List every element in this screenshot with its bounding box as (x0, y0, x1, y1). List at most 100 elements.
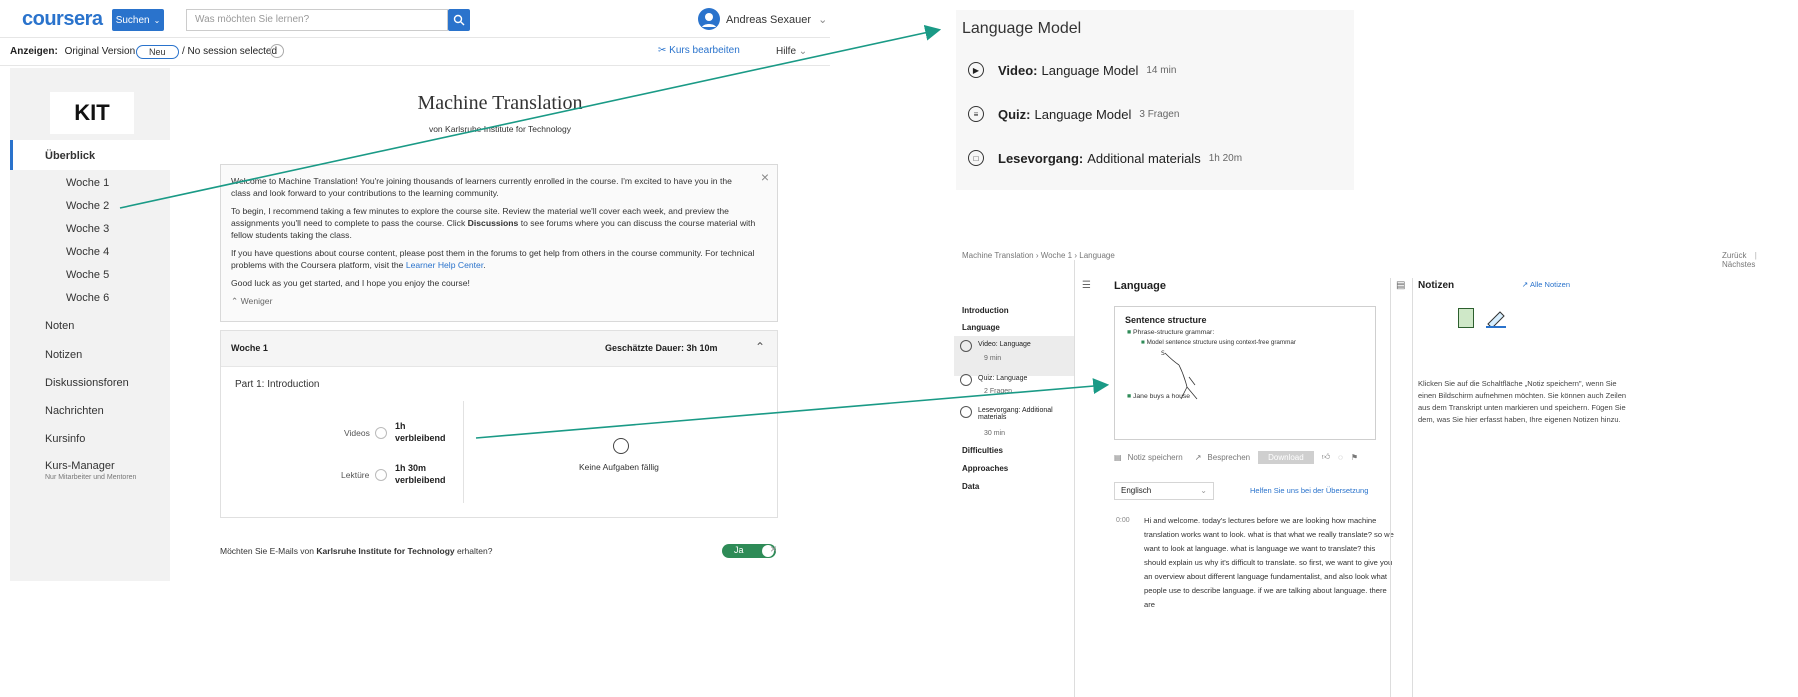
book-icon: □ (968, 150, 984, 166)
all-notes-link[interactable]: ↗ Alle Notizen (1522, 280, 1570, 289)
slide-bullet-2: ■ Jane buys a house (1127, 393, 1190, 400)
show-less-toggle[interactable]: ⌃ Weniger (231, 295, 767, 307)
slide-bullet-1: ■ Phrase-structure grammar: (1127, 329, 1214, 336)
close-icon[interactable]: × (761, 170, 769, 184)
nav-introduction[interactable]: Introduction (962, 306, 1009, 315)
zoom-reading-type: Lesevorgang: (998, 150, 1084, 166)
sidebar-item-grades[interactable]: Noten (45, 320, 205, 332)
help-translate-link[interactable]: Helfen Sie uns bei der Übersetzung (1250, 486, 1368, 495)
view-label: Anzeigen: Original Version (10, 46, 135, 57)
zoom-video-meta: 14 min (1146, 64, 1177, 76)
email-toggle[interactable]: Ja (722, 544, 776, 558)
discussions-link[interactable]: Discussions (468, 218, 519, 228)
no-tasks-label: Keine Aufgaben fällig (579, 462, 659, 472)
session-selector[interactable]: / No session selected (182, 46, 277, 57)
chevron-up-icon[interactable]: ⌃ (755, 340, 765, 354)
email-preference-pre: Möchten Sie E-Mails von (220, 546, 315, 556)
discuss-icon: ↗ (1194, 452, 1202, 462)
coursera-logo[interactable]: coursera (22, 8, 103, 31)
new-version-pill[interactable]: Neu (136, 45, 179, 59)
transcript-time: 0:00 (1116, 517, 1130, 524)
slide-title: Sentence structure (1125, 315, 1207, 325)
welcome-paragraph-4: Good luck as you get started, and I hope… (231, 278, 470, 288)
list-icon[interactable]: ☰ (1082, 280, 1091, 291)
nav-quiz-title[interactable]: Quiz: Language (978, 375, 1027, 382)
edit-course-link[interactable]: ✂ Kurs bearbeiten (658, 45, 740, 56)
user-avatar[interactable] (698, 8, 720, 30)
search-dropdown-label: Suchen (115, 14, 150, 26)
pager-divider: | (1754, 251, 1757, 260)
help-menu[interactable]: Hilfe ⌄ (776, 46, 807, 57)
sidebar-item-messages[interactable]: Nachrichten (45, 405, 205, 417)
transcript-language-select[interactable]: Englisch ⌄ (1114, 482, 1214, 500)
search-dropdown-button[interactable]: Suchen ⌄ (112, 9, 164, 31)
week-card-header[interactable]: Woche 1 Geschätzte Dauer: 3h 10m ⌃ (221, 331, 777, 367)
sidebar-item-forums[interactable]: Diskussionsforen (45, 377, 205, 389)
slide-bullet-2-text: Jane buys a house (1133, 393, 1191, 400)
sidebar-item-course-info[interactable]: Kursinfo (45, 433, 205, 445)
videos-remaining: 1h verbleibend (395, 420, 446, 444)
next-link[interactable]: Nächstes (1722, 260, 1755, 269)
chevron-down-icon: ⌄ (798, 46, 808, 57)
notes-title: Notizen (1418, 280, 1455, 291)
sidebar-item-week2[interactable]: Woche 2 (66, 200, 226, 212)
notes-panel-icon[interactable]: ▤ (1396, 280, 1405, 291)
nav-data[interactable]: Data (962, 482, 979, 491)
search-button[interactable] (448, 9, 470, 31)
nav-approaches[interactable]: Approaches (962, 464, 1008, 473)
course-manager-label: Kurs-Manager (45, 460, 115, 472)
nav-video-meta: 9 min (984, 355, 1002, 362)
gear-icon[interactable] (270, 44, 284, 58)
flag-icon[interactable]: ⚑ (1351, 453, 1358, 462)
chevron-down-icon: ⌄ (1200, 486, 1207, 495)
svg-text:S: S (1161, 350, 1165, 357)
zoom-quiz-type: Quiz: (998, 106, 1031, 122)
learner-help-center-link[interactable]: Learner Help Center (406, 260, 483, 270)
video-player[interactable]: Sentence structure ■ Phrase-structure gr… (1114, 306, 1376, 440)
sidebar-item-week4[interactable]: Woche 4 (66, 246, 226, 258)
nav-language[interactable]: Language (962, 323, 1000, 332)
welcome-paragraph-3: If you have questions about course conte… (231, 247, 767, 271)
download-button[interactable]: Download (1258, 450, 1314, 464)
notes-help-text: Klicken Sie auf die Schaltfläche „Notiz … (1418, 379, 1627, 424)
sidebar-item-overview[interactable]: Überblick (10, 140, 170, 170)
zoom-quiz-item[interactable]: ≡ Quiz: Language Model 3 Fragen (968, 106, 1179, 122)
zoom-reading-meta: 1h 20m (1208, 152, 1243, 164)
show-less-label: Weniger (240, 296, 273, 306)
sidebar-item-week3[interactable]: Woche 3 (66, 223, 226, 235)
sidebar-item-week5[interactable]: Woche 5 (66, 269, 226, 281)
view-options-bar: Anzeigen: Original Version Neu / No sess… (0, 38, 830, 66)
week-divider (463, 401, 464, 503)
week-duration: Geschätzte Dauer: 3h 10m (605, 343, 718, 353)
discuss-button[interactable]: Besprechen (1207, 453, 1250, 462)
nav-reading-meta: 30 min (984, 430, 1006, 437)
language-model-zoom-panel: Language Model ▶ Video: Language Model 1… (956, 10, 1354, 190)
email-preference-post: erhalten? (456, 546, 493, 556)
zoom-video-item[interactable]: ▶ Video: Language Model 14 min (968, 62, 1176, 78)
bullet-square-icon: ■ (1127, 393, 1132, 400)
email-preference-text: Möchten Sie E-Mails von Karlsruhe Instit… (220, 546, 492, 556)
play-icon (960, 340, 972, 352)
zoom-reading-item[interactable]: □ Lesevorgang: Additional materials 1h 2… (968, 150, 1242, 166)
chat-icon[interactable]: ◌ (1338, 453, 1343, 462)
search-input[interactable]: Was möchten Sie lernen? (186, 9, 448, 31)
course-home-screenshot: coursera Suchen ⌄ Was möchten Sie lernen… (0, 0, 830, 697)
lecture-title: Language (1114, 280, 1166, 292)
save-note-button[interactable]: Notiz speichern (1128, 453, 1183, 462)
transcript-text[interactable]: Hi and welcome. today's lectures before … (1144, 514, 1394, 612)
nav-difficulties[interactable]: Difficulties (962, 446, 1003, 455)
sidebar-item-week1[interactable]: Woche 1 (66, 177, 226, 189)
dismiss-email-icon[interactable]: × (770, 542, 777, 556)
sidebar-item-notes[interactable]: Notizen (45, 349, 205, 361)
thumbs-up-icon[interactable]: 👍︎ (1322, 452, 1330, 462)
view-version: Original Version (64, 46, 136, 57)
sidebar-item-course-manager[interactable]: Kurs-Manager Nur Mitarbeiter und Mentore… (45, 460, 205, 481)
quiz-icon: ≡ (968, 106, 984, 122)
email-toggle-label: Ja (734, 545, 744, 555)
back-link[interactable]: Zurück (1722, 251, 1746, 260)
nav-reading-title[interactable]: Lesevorgang: Additional materials (978, 407, 1070, 421)
sidebar-item-week6[interactable]: Woche 6 (66, 292, 226, 304)
user-menu[interactable]: Andreas Sexauer ⌄ (726, 13, 827, 26)
play-icon: ▶ (968, 62, 984, 78)
pager: Zurück | Nächstes (1722, 251, 1798, 269)
